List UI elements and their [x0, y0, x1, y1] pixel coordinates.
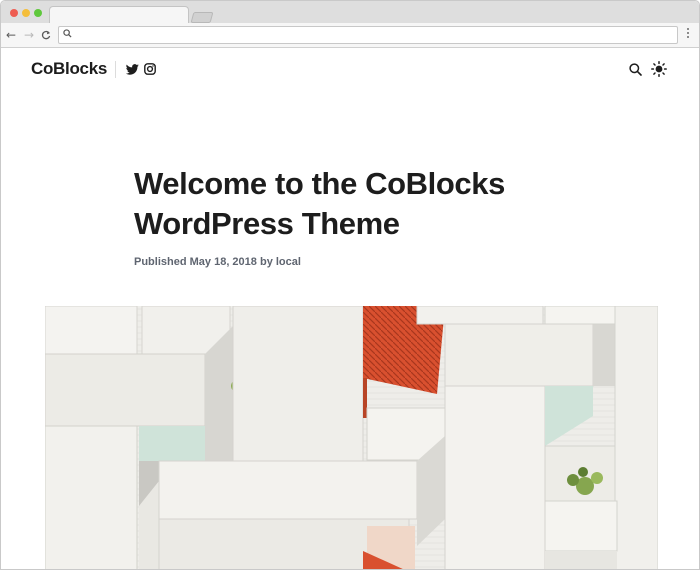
header-divider [115, 61, 116, 78]
maximize-window-button[interactable] [34, 9, 42, 17]
instagram-icon[interactable] [144, 63, 156, 75]
forward-arrow-icon[interactable]: → [24, 27, 34, 43]
browser-toolbar: ← → [1, 23, 699, 48]
featured-image [45, 306, 658, 569]
post-meta: Published May 18, 2018 by local [134, 256, 301, 268]
post-date-link[interactable]: May 18, 2018 [190, 256, 257, 268]
site-title[interactable]: CoBlocks [31, 59, 107, 79]
browser-titlebar [1, 1, 699, 24]
published-label: Published [134, 256, 187, 268]
post-title: Welcome to the CoBlocks WordPress Theme [134, 166, 505, 241]
site-header: CoBlocks [1, 48, 699, 92]
browser-tab-active[interactable] [49, 6, 189, 24]
minimize-window-button[interactable] [22, 9, 30, 17]
by-label: by [259, 256, 273, 268]
search-icon [63, 29, 72, 38]
reload-icon[interactable] [41, 27, 51, 44]
post-author-link[interactable]: local [276, 256, 301, 268]
back-arrow-icon[interactable]: ← [6, 27, 16, 43]
kebab-menu-icon[interactable] [687, 28, 690, 40]
browser-window: ← → CoBlocks Welcome to the CoBlocks Wor… [0, 0, 700, 570]
twitter-icon[interactable] [126, 64, 139, 75]
sun-icon[interactable] [651, 61, 667, 77]
close-window-button[interactable] [10, 9, 18, 17]
new-tab-button[interactable] [190, 12, 214, 23]
address-bar[interactable] [58, 26, 678, 44]
search-icon[interactable] [629, 63, 642, 76]
